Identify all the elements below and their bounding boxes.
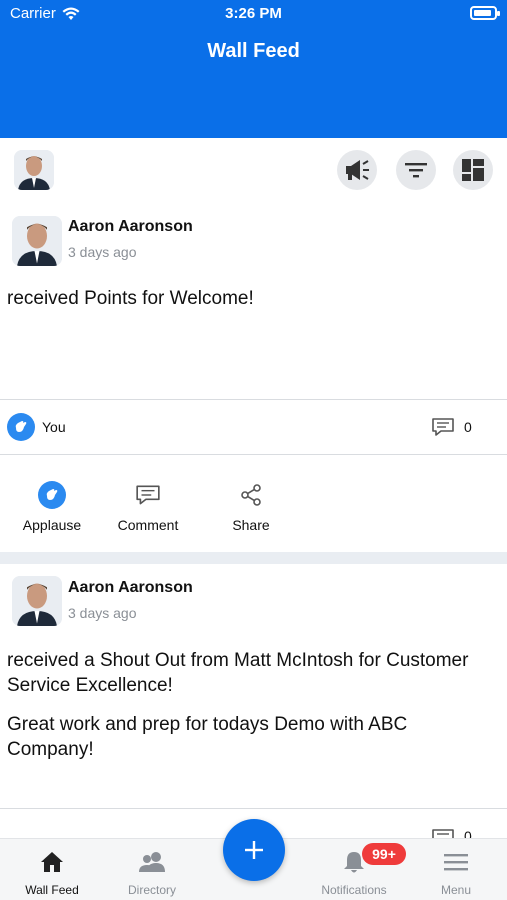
filter-icon xyxy=(405,163,427,178)
applause-reaction-badge[interactable] xyxy=(7,413,35,441)
feed-post: Aaron Aaronson 3 days ago received Point… xyxy=(0,212,507,552)
post-author-avatar[interactable] xyxy=(12,216,62,266)
applause-button[interactable]: Applause xyxy=(14,479,90,533)
share-icon xyxy=(241,484,261,506)
tab-label: Notifications xyxy=(321,883,387,897)
notifications-badge: 99+ xyxy=(362,843,406,865)
avatar-image xyxy=(12,576,62,626)
post-author-avatar[interactable] xyxy=(12,576,62,626)
comment-icon xyxy=(136,485,160,505)
announcement-button[interactable] xyxy=(337,150,377,190)
hamburger-icon xyxy=(444,854,468,871)
post-timestamp: 3 days ago xyxy=(68,244,137,260)
comment-icon[interactable] xyxy=(431,417,455,437)
post-actions: Applause Comment Share xyxy=(0,455,507,551)
create-post-button[interactable] xyxy=(223,819,285,881)
comment-count: 0 xyxy=(464,419,472,435)
plus-icon xyxy=(245,841,263,859)
avatar-image xyxy=(14,150,54,190)
avatar-image xyxy=(12,216,62,266)
post-author-name[interactable]: Aaron Aaronson xyxy=(68,579,193,597)
home-icon xyxy=(41,852,63,872)
reaction-you-label[interactable]: You xyxy=(42,419,66,435)
filter-button[interactable] xyxy=(396,150,436,190)
share-label: Share xyxy=(232,517,270,533)
post-body: received a Shout Out from Matt McIntosh … xyxy=(7,650,469,696)
app-header: Carrier 3:26 PM Wall Feed xyxy=(0,0,507,138)
status-bar: Carrier 3:26 PM xyxy=(0,0,507,28)
share-button[interactable]: Share xyxy=(218,479,284,533)
tab-menu[interactable]: Menu xyxy=(418,847,494,897)
comment-button[interactable]: Comment xyxy=(110,479,186,533)
tab-label: Menu xyxy=(440,883,472,897)
tab-directory[interactable]: Directory xyxy=(114,847,190,897)
applause-icon xyxy=(38,481,66,509)
post-body: received Points for Welcome! xyxy=(7,288,254,309)
post-timestamp: 3 days ago xyxy=(68,605,137,621)
clap-icon xyxy=(15,421,27,432)
post-body-extra: Great work and prep for todays Demo with… xyxy=(7,714,408,760)
layout-button[interactable] xyxy=(453,150,493,190)
people-icon xyxy=(139,852,165,872)
feed-post: Aaron Aaronson 3 days ago received a Sho… xyxy=(0,572,507,838)
post-separator xyxy=(0,552,507,564)
megaphone-icon xyxy=(346,160,369,180)
tab-label: Wall Feed xyxy=(25,883,79,897)
comment-label: Comment xyxy=(117,517,179,533)
layout-icon xyxy=(462,159,484,181)
reaction-summary: You 0 xyxy=(0,400,507,454)
post-author-name[interactable]: Aaron Aaronson xyxy=(68,218,193,236)
page-title: Wall Feed xyxy=(207,40,300,62)
divider xyxy=(0,808,507,809)
tab-wall-feed[interactable]: Wall Feed xyxy=(14,847,90,897)
status-time: 3:26 PM xyxy=(225,5,282,22)
applause-label: Applause xyxy=(22,517,82,533)
user-avatar[interactable] xyxy=(14,150,54,190)
feed-toolbar xyxy=(0,146,507,194)
battery-icon xyxy=(470,6,500,20)
tab-label: Directory xyxy=(127,883,176,897)
